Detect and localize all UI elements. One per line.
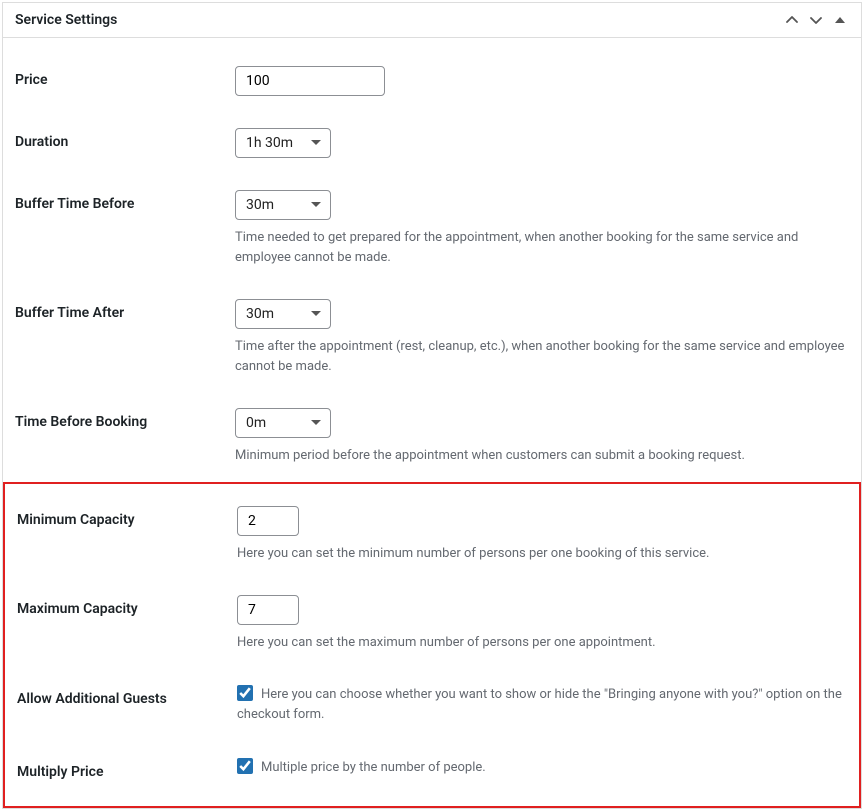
max-capacity-row: Maximum Capacity Here you can set the ma… bbox=[5, 579, 859, 669]
multiply-price-checkbox[interactable] bbox=[237, 758, 253, 774]
allow-guests-control: Here you can choose whether you want to … bbox=[237, 685, 847, 727]
duration-label: Duration bbox=[15, 128, 235, 150]
multiply-price-row: Multiply Price Multiple price by the num… bbox=[5, 742, 859, 796]
buffer-after-select[interactable]: 30m bbox=[235, 299, 331, 329]
min-capacity-input[interactable] bbox=[237, 506, 299, 536]
panel-title: Service Settings bbox=[15, 12, 117, 28]
price-control bbox=[235, 66, 849, 96]
allow-guests-row: Allow Additional Guests Here you can cho… bbox=[5, 669, 859, 743]
min-capacity-desc: Here you can set the minimum number of p… bbox=[237, 544, 847, 564]
buffer-after-control: 30m Time after the appointment (rest, cl… bbox=[235, 299, 849, 376]
buffer-before-select[interactable]: 30m bbox=[235, 190, 331, 220]
allow-guests-desc: Here you can choose whether you want to … bbox=[237, 687, 842, 723]
move-up-icon[interactable] bbox=[783, 11, 801, 29]
min-capacity-control: Here you can set the minimum number of p… bbox=[237, 506, 847, 564]
price-row: Price bbox=[15, 50, 849, 112]
move-down-icon[interactable] bbox=[807, 11, 825, 29]
time-before-booking-select[interactable]: 0m bbox=[235, 408, 331, 438]
buffer-before-desc: Time needed to get prepared for the appo… bbox=[235, 228, 849, 267]
buffer-before-row: Buffer Time Before 30m Time needed to ge… bbox=[15, 174, 849, 283]
max-capacity-label: Maximum Capacity bbox=[17, 595, 237, 617]
buffer-after-row: Buffer Time After 30m Time after the app… bbox=[15, 283, 849, 392]
collapse-icon[interactable] bbox=[831, 11, 849, 29]
time-before-booking-desc: Minimum period before the appointment wh… bbox=[235, 446, 849, 466]
duration-select[interactable]: 1h 30m bbox=[235, 128, 331, 158]
buffer-before-label: Buffer Time Before bbox=[15, 190, 235, 212]
max-capacity-control: Here you can set the maximum number of p… bbox=[237, 595, 847, 653]
panel-body: Price Duration 1h 30m Buffer Time Before bbox=[3, 38, 861, 808]
multiply-price-desc: Multiple price by the number of people. bbox=[261, 760, 486, 775]
allow-guests-checkbox[interactable] bbox=[237, 685, 253, 701]
max-capacity-input[interactable] bbox=[237, 595, 299, 625]
time-before-booking-row: Time Before Booking 0m Minimum period be… bbox=[15, 392, 849, 482]
capacity-highlight: Minimum Capacity Here you can set the mi… bbox=[3, 482, 861, 809]
buffer-after-label: Buffer Time After bbox=[15, 299, 235, 321]
buffer-before-control: 30m Time needed to get prepared for the … bbox=[235, 190, 849, 267]
panel-header: Service Settings bbox=[3, 3, 861, 38]
service-settings-panel: Service Settings Price Duration bbox=[2, 2, 862, 809]
allow-guests-label: Allow Additional Guests bbox=[17, 685, 237, 707]
price-label: Price bbox=[15, 66, 235, 88]
multiply-price-label: Multiply Price bbox=[17, 758, 237, 780]
time-before-booking-control: 0m Minimum period before the appointment… bbox=[235, 408, 849, 466]
panel-controls bbox=[783, 11, 849, 29]
buffer-after-desc: Time after the appointment (rest, cleanu… bbox=[235, 337, 849, 376]
max-capacity-desc: Here you can set the maximum number of p… bbox=[237, 633, 847, 653]
time-before-booking-label: Time Before Booking bbox=[15, 408, 235, 430]
duration-row: Duration 1h 30m bbox=[15, 112, 849, 174]
duration-control: 1h 30m bbox=[235, 128, 849, 158]
min-capacity-row: Minimum Capacity Here you can set the mi… bbox=[5, 490, 859, 580]
min-capacity-label: Minimum Capacity bbox=[17, 506, 237, 528]
price-input[interactable] bbox=[235, 66, 385, 96]
